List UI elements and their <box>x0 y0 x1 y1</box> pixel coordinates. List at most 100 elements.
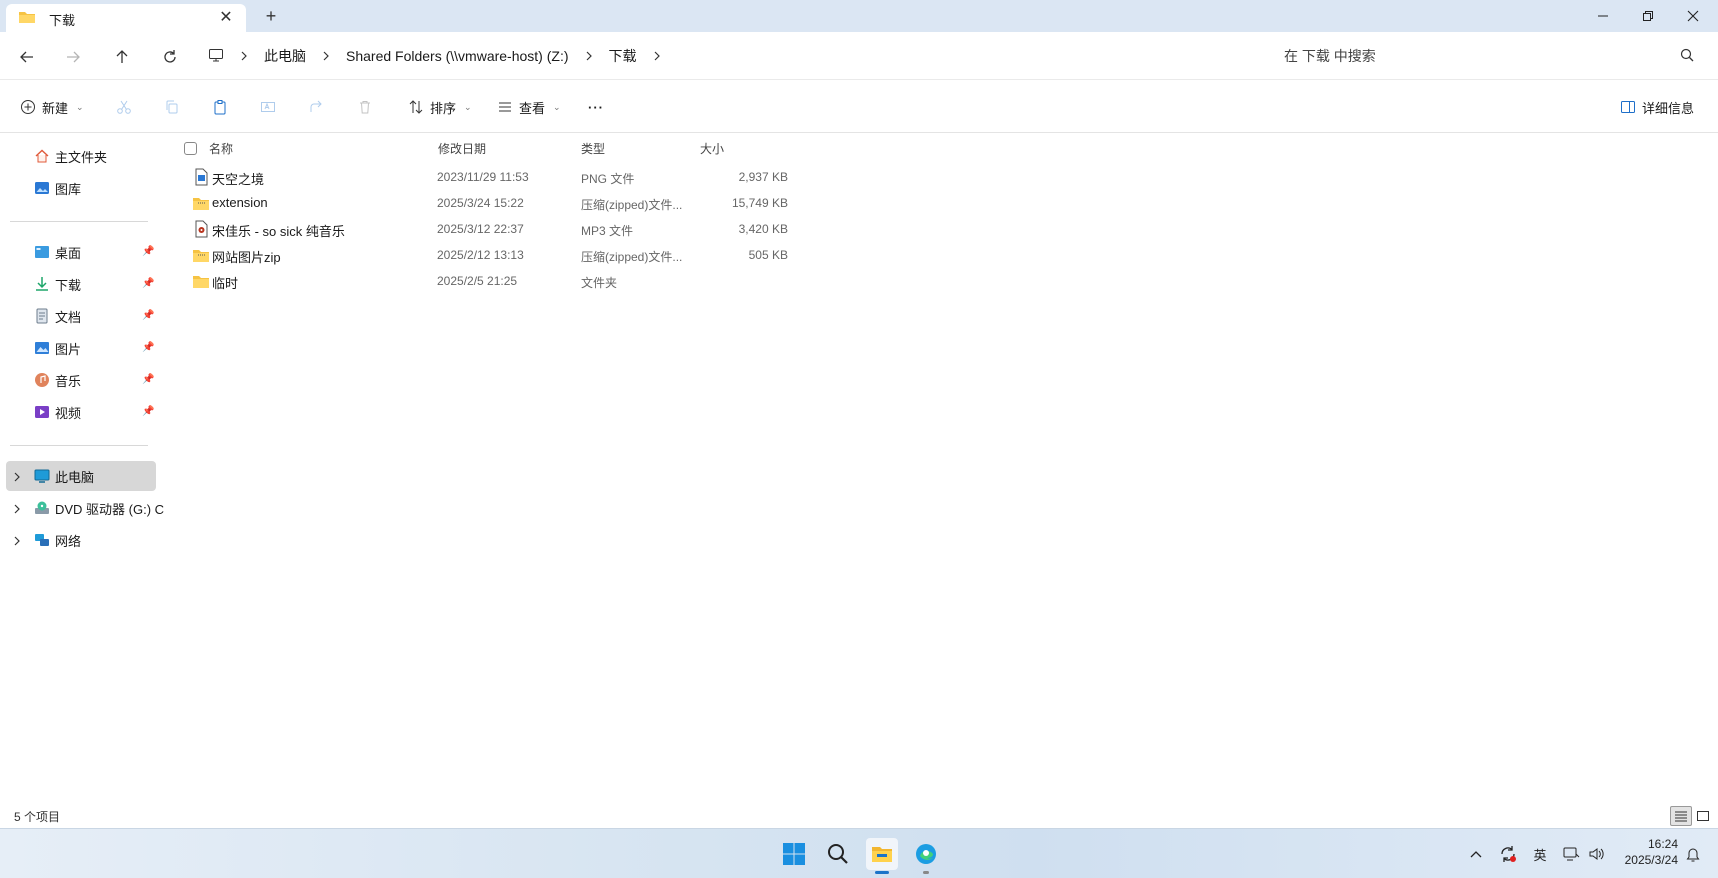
pin-icon[interactable]: 📌 <box>142 342 154 353</box>
details-pane-button[interactable]: 详细信息 <box>1620 93 1694 121</box>
new-tab-button[interactable]: + <box>260 5 282 27</box>
png-file-icon <box>192 168 210 186</box>
chevron-down-icon: ⌄ <box>76 101 84 112</box>
file-row[interactable]: 网站图片zip 2025/2/12 13:13 压缩(zipped)文件... … <box>176 242 788 268</box>
sidebar-item-pictures[interactable]: 图片 📌 <box>0 333 156 363</box>
show-hidden-icons[interactable] <box>1466 843 1486 865</box>
search-icon[interactable] <box>822 838 854 870</box>
chevron-right-icon[interactable] <box>651 50 663 62</box>
search-input[interactable]: 在 下载 中搜索 <box>1256 40 1702 72</box>
breadcrumb-this-pc[interactable]: 此电脑 <box>264 46 306 66</box>
zip-folder-icon <box>192 194 210 212</box>
column-header-type[interactable]: 类型 <box>581 140 605 160</box>
file-row[interactable]: extension 2025/3/24 15:22 压缩(zipped)文件..… <box>176 190 788 216</box>
chevron-down-icon: ⌄ <box>553 101 561 112</box>
sort-button[interactable]: 排序 ⌄ <box>408 93 472 121</box>
paste-button[interactable] <box>212 93 228 121</box>
pin-icon[interactable]: 📌 <box>142 310 154 321</box>
navigation-pane: 主文件夹 图库 桌面 📌 下载 📌 文档 📌 图片 📌 音乐 📌 视频 📌 此电… <box>0 134 164 802</box>
sync-icon[interactable] <box>1496 843 1520 865</box>
select-all-checkbox[interactable] <box>184 142 197 155</box>
tab-downloads[interactable]: 下载 ✕ <box>6 4 246 32</box>
up-button[interactable] <box>107 42 137 72</box>
breadcrumb: 此电脑 Shared Folders (\\vmware-host) (Z:) … <box>208 40 677 72</box>
sidebar-item-desktop[interactable]: 桌面 📌 <box>0 237 156 267</box>
chevron-right-icon[interactable] <box>583 50 595 62</box>
address-bar: 此电脑 Shared Folders (\\vmware-host) (Z:) … <box>0 32 1718 80</box>
folder-icon <box>18 10 36 24</box>
item-count: 5 个项目 <box>14 810 61 824</box>
pin-icon[interactable]: 📌 <box>142 374 154 385</box>
pin-icon[interactable]: 📌 <box>142 406 154 417</box>
minimize-icon <box>1598 15 1608 17</box>
sidebar-item-gallery[interactable]: 图库 <box>0 173 156 203</box>
document-icon <box>34 308 50 324</box>
home-icon <box>34 148 50 164</box>
ime-indicator[interactable]: 英 <box>1530 843 1550 865</box>
details-view-icon <box>1675 811 1687 822</box>
sidebar-item-this-pc[interactable]: 此电脑 <box>6 461 156 491</box>
monitor-icon[interactable] <box>208 47 224 66</box>
delete-button[interactable] <box>357 93 373 121</box>
view-button[interactable]: 查看 ⌄ <box>497 93 561 121</box>
share-button[interactable] <box>308 93 324 121</box>
search-icon[interactable] <box>1680 48 1694 65</box>
more-options-button[interactable]: ··· <box>588 93 604 121</box>
back-button[interactable] <box>12 42 42 72</box>
sidebar-item-dvd-drive[interactable]: DVD 驱动器 (G:) C <box>0 493 164 523</box>
pin-icon[interactable]: 📌 <box>142 246 154 257</box>
notification-bell-icon[interactable] <box>1682 843 1704 865</box>
volume-icon[interactable] <box>1586 843 1608 865</box>
sidebar-item-music[interactable]: 音乐 📌 <box>0 365 156 395</box>
details-view-button[interactable] <box>1670 806 1692 826</box>
chevron-right-icon[interactable] <box>13 470 21 485</box>
sidebar-item-network[interactable]: 网络 <box>0 525 156 555</box>
download-icon <box>34 276 50 292</box>
chevron-right-icon[interactable] <box>320 50 332 62</box>
restore-button[interactable] <box>1625 0 1671 32</box>
network-status-icon[interactable] <box>1560 843 1582 865</box>
start-icon[interactable] <box>778 838 810 870</box>
file-row[interactable]: 宋佳乐 - so sick 纯音乐 2025/3/12 22:37 MP3 文件… <box>176 216 788 242</box>
chevron-right-icon[interactable] <box>13 534 21 549</box>
close-window-button[interactable] <box>1670 0 1716 32</box>
gallery-icon <box>34 180 50 196</box>
breadcrumb-shared-folders[interactable]: Shared Folders (\\vmware-host) (Z:) <box>346 48 569 64</box>
close-tab-icon[interactable]: ✕ <box>216 7 236 27</box>
sidebar-item-home[interactable]: 主文件夹 <box>0 141 156 171</box>
file-row[interactable]: 天空之境 2023/11/29 11:53 PNG 文件 2,937 KB <box>176 164 788 190</box>
sidebar-item-videos[interactable]: 视频 📌 <box>0 397 156 427</box>
title-bar: 下载 ✕ + <box>0 0 1718 32</box>
file-explorer-icon[interactable] <box>866 838 898 874</box>
file-row[interactable]: 临时 2025/2/5 21:25 文件夹 <box>176 268 776 294</box>
clock[interactable]: 16:24 2025/3/24 <box>1618 836 1678 868</box>
tiles-view-button[interactable] <box>1692 806 1714 826</box>
details-label: 详细信息 <box>1642 100 1695 116</box>
column-header-date[interactable]: 修改日期 <box>438 140 486 160</box>
breadcrumb-downloads[interactable]: 下载 <box>609 46 637 66</box>
copy-button[interactable] <box>164 93 180 121</box>
forward-button[interactable] <box>58 42 88 72</box>
pin-icon[interactable]: 📌 <box>142 278 154 289</box>
chevron-right-icon[interactable] <box>13 502 21 517</box>
cut-button[interactable] <box>116 93 132 121</box>
chevron-right-icon[interactable] <box>238 50 250 62</box>
sidebar-item-documents[interactable]: 文档 📌 <box>0 301 156 331</box>
refresh-button[interactable] <box>155 42 185 72</box>
column-header-size[interactable]: 大小 <box>700 140 724 160</box>
sort-label: 排序 <box>430 100 457 116</box>
new-button[interactable]: 新建 ⌄ <box>20 93 84 121</box>
close-icon <box>1687 10 1699 22</box>
sidebar-item-downloads[interactable]: 下载 📌 <box>0 269 156 299</box>
command-bar: 新建 ⌄ 排序 ⌄ 查看 ⌄ ··· 详细信息 <box>0 81 1718 133</box>
music-icon <box>34 372 50 388</box>
rename-button[interactable] <box>260 93 276 121</box>
dvd-drive-icon <box>34 500 50 516</box>
column-header-name[interactable]: 名称 <box>209 140 233 160</box>
edge-icon[interactable] <box>910 838 942 874</box>
active-indicator <box>875 871 889 874</box>
arrow-up-icon <box>116 50 128 63</box>
clock-date: 2025/3/24 <box>1624 853 1678 867</box>
chevron-up-icon <box>1470 851 1482 858</box>
minimize-button[interactable] <box>1580 0 1626 32</box>
